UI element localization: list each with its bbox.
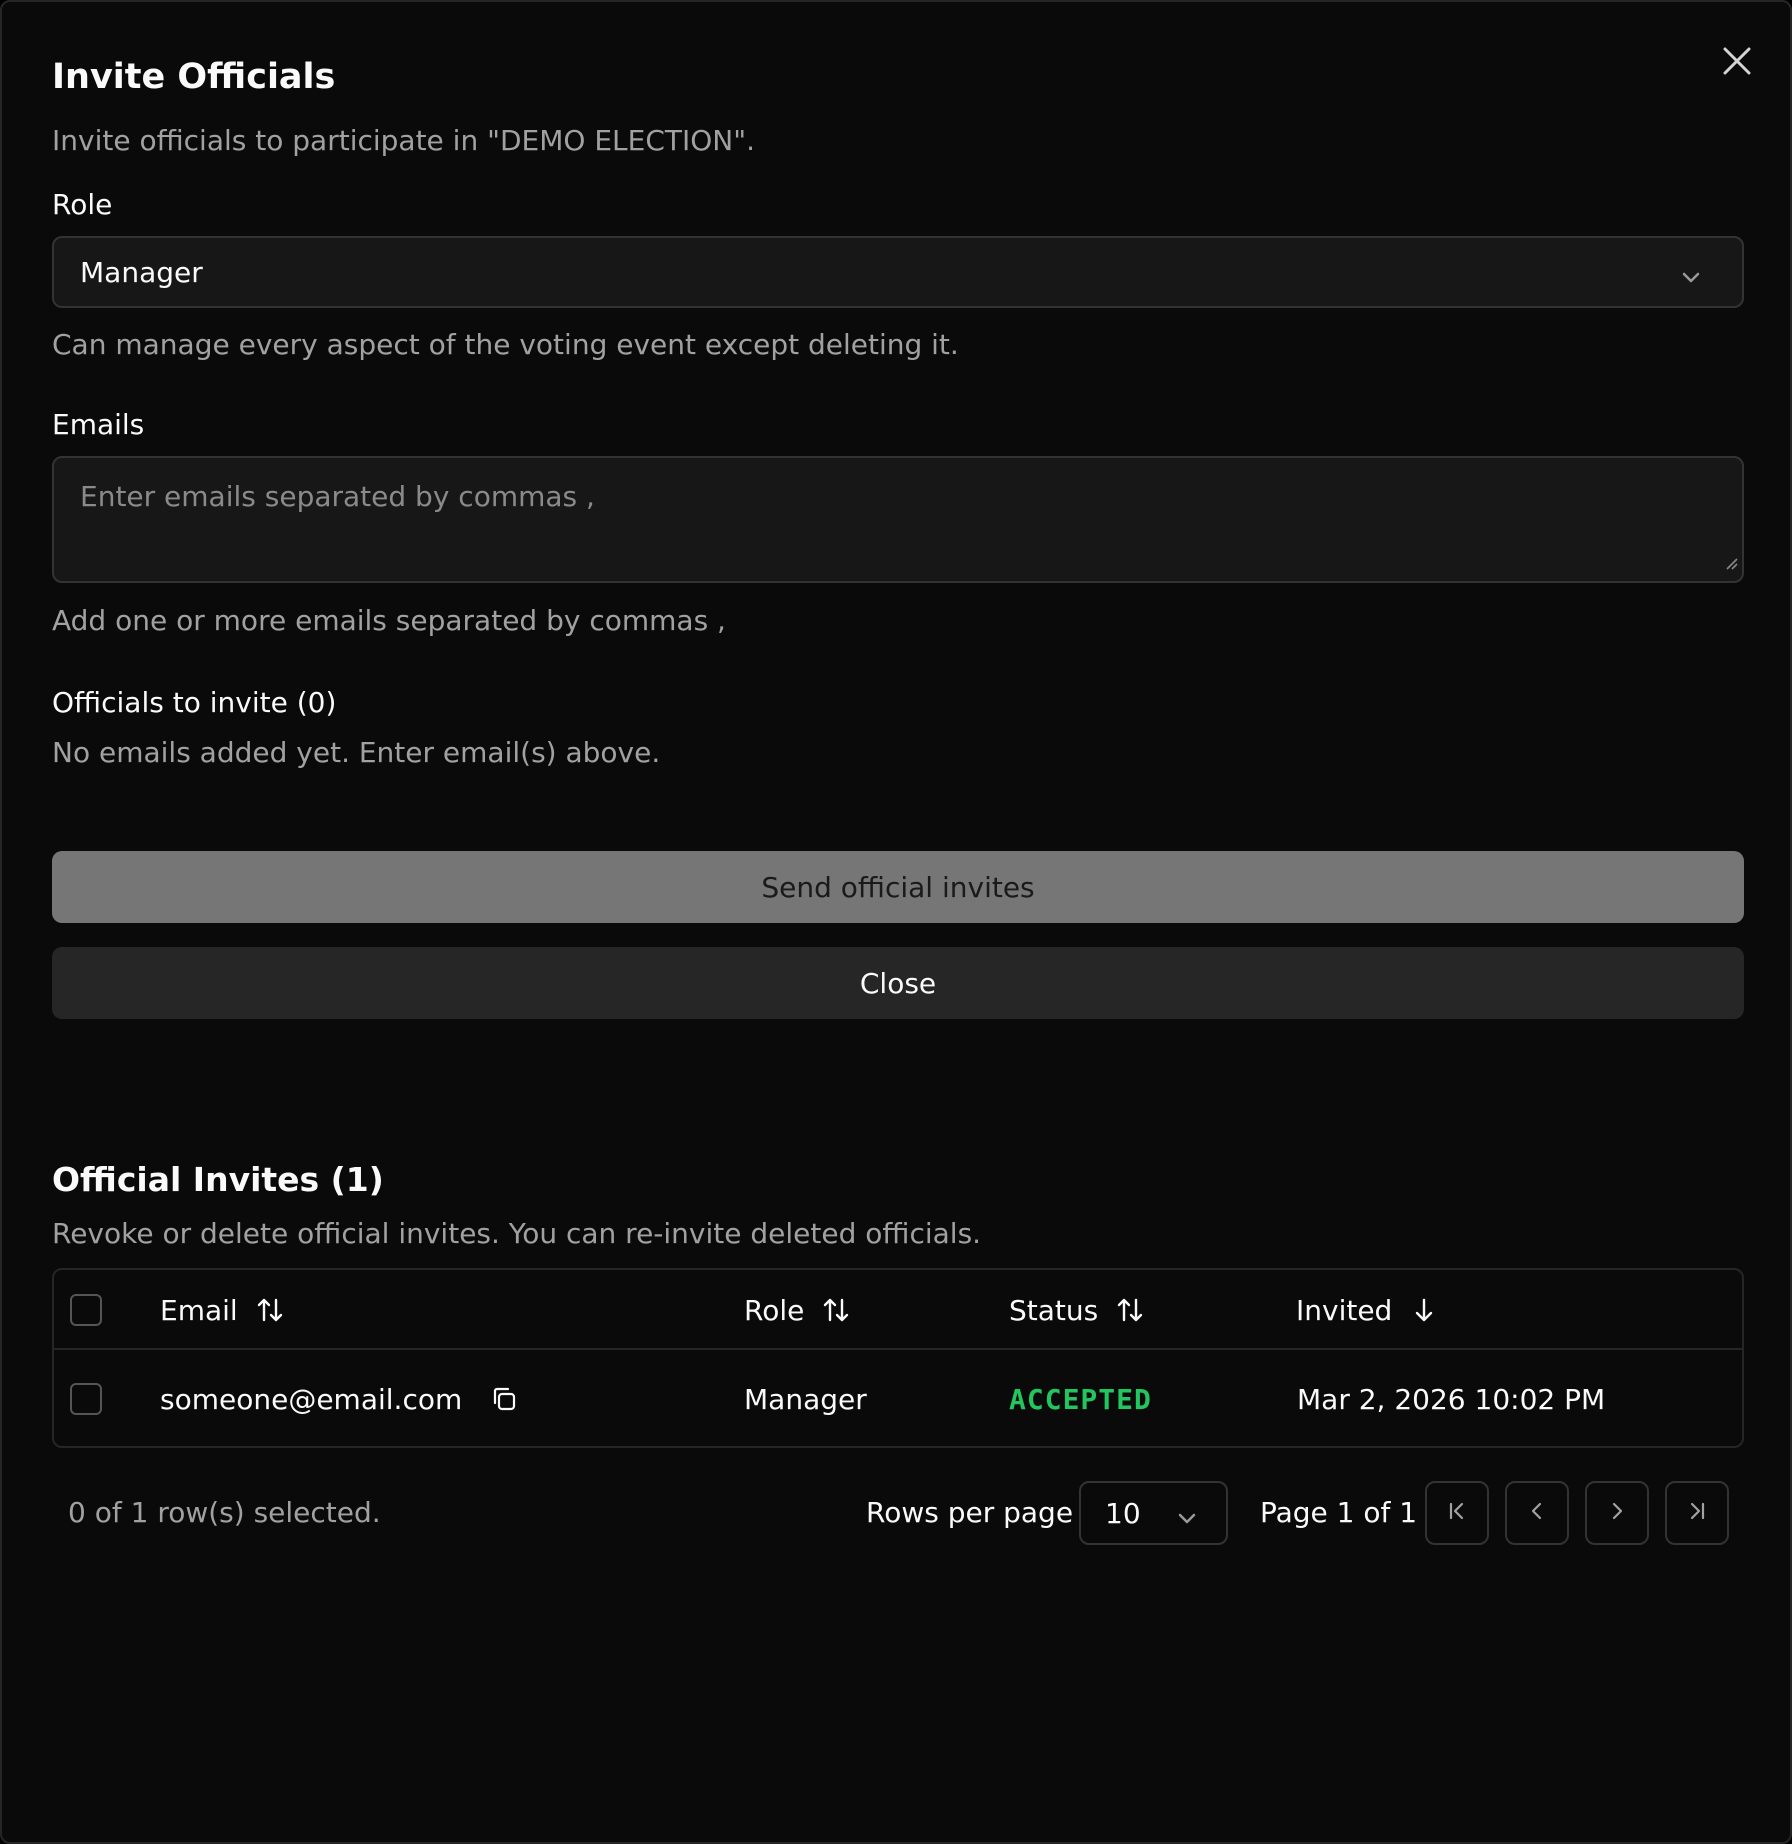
- invites-table: Email Role Status Invited someone@email.…: [52, 1268, 1744, 1448]
- dialog-title: Invite Officials: [52, 57, 336, 97]
- select-all-checkbox[interactable]: [70, 1294, 102, 1326]
- send-invites-button[interactable]: Send official invites: [52, 851, 1744, 923]
- close-button[interactable]: Close: [52, 947, 1744, 1019]
- chevrons-left-icon: [1445, 1499, 1469, 1527]
- rows-per-page-value: 10: [1105, 1496, 1141, 1530]
- rows-selected-text: 0 of 1 row(s) selected.: [68, 1496, 381, 1529]
- role-cell: Manager: [744, 1382, 867, 1416]
- role-label: Role: [52, 188, 113, 221]
- emails-placeholder: Enter emails separated by commas ,: [80, 480, 595, 513]
- column-header-status[interactable]: Status: [1009, 1270, 1144, 1350]
- officials-to-invite-heading: Officials to invite (0): [52, 686, 337, 719]
- email-value: someone@email.com: [160, 1382, 463, 1416]
- sort-icon[interactable]: [256, 1296, 284, 1324]
- row-checkbox[interactable]: [70, 1383, 102, 1415]
- invited-date-cell: Mar 2, 2026 10:02 PM: [1297, 1382, 1606, 1416]
- column-header-role[interactable]: Role: [744, 1270, 850, 1350]
- previous-page-button[interactable]: [1505, 1481, 1569, 1545]
- dialog-description: Invite officials to participate in "DEMO…: [52, 124, 755, 157]
- email-cell: someone@email.com: [160, 1350, 518, 1448]
- resize-handle-icon[interactable]: [1724, 544, 1738, 577]
- emails-textarea[interactable]: Enter emails separated by commas ,: [52, 456, 1744, 583]
- last-page-button[interactable]: [1665, 1481, 1729, 1545]
- chevron-down-icon: [1680, 262, 1702, 295]
- page-indicator: Page 1 of 1: [1260, 1496, 1418, 1529]
- role-select-value: Manager: [80, 255, 203, 289]
- rows-per-page-select[interactable]: 10: [1079, 1481, 1228, 1545]
- chevron-right-icon: [1605, 1499, 1629, 1527]
- official-invites-heading: Official Invites (1): [52, 1160, 384, 1199]
- emails-label: Emails: [52, 408, 145, 441]
- next-page-button[interactable]: [1585, 1481, 1649, 1545]
- officials-empty-text: No emails added yet. Enter email(s) abov…: [52, 736, 661, 769]
- column-header-email[interactable]: Email: [160, 1270, 284, 1350]
- close-icon[interactable]: [1716, 40, 1758, 82]
- sort-icon[interactable]: [822, 1296, 850, 1324]
- emails-hint: Add one or more emails separated by comm…: [52, 604, 726, 637]
- invite-officials-dialog: Invite Officials Invite officials to par…: [0, 0, 1792, 1844]
- table-row: someone@email.com Manager ACCEPTED Mar 2…: [54, 1350, 1742, 1448]
- chevron-left-icon: [1525, 1499, 1549, 1527]
- first-page-button[interactable]: [1425, 1481, 1489, 1545]
- chevrons-right-icon: [1685, 1499, 1709, 1527]
- arrow-down-icon[interactable]: [1410, 1296, 1438, 1324]
- chevron-down-icon: [1176, 1503, 1198, 1536]
- role-hint: Can manage every aspect of the voting ev…: [52, 328, 959, 361]
- column-header-invited[interactable]: Invited: [1296, 1270, 1438, 1350]
- table-header: Email Role Status Invited: [54, 1270, 1742, 1350]
- sort-icon[interactable]: [1116, 1296, 1144, 1324]
- status-badge: ACCEPTED: [1009, 1382, 1152, 1416]
- official-invites-description: Revoke or delete official invites. You c…: [52, 1217, 982, 1250]
- rows-per-page-label: Rows per page: [866, 1496, 1074, 1529]
- copy-icon[interactable]: [490, 1385, 518, 1413]
- role-select[interactable]: Manager: [52, 236, 1744, 308]
